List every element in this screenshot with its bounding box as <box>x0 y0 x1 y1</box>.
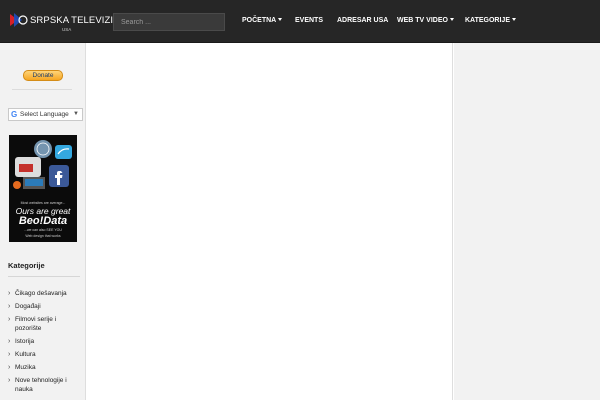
search-input[interactable] <box>113 13 225 31</box>
categories-heading: Kategorije <box>8 261 45 270</box>
category-link-kultura[interactable]: › Kultura <box>8 350 79 359</box>
category-label: Filmovi serije i pozorište <box>15 316 57 332</box>
nav-item-label: EVENTS <box>295 17 324 24</box>
nav-item-label: ADRESAR USA <box>337 17 389 24</box>
nav-item-kategorije[interactable]: KATEGORIJE <box>465 17 516 24</box>
chevron-right-icon: › <box>8 290 11 297</box>
chevron-right-icon: › <box>8 377 11 384</box>
category-label: Događaji <box>15 303 41 310</box>
divider <box>8 276 80 277</box>
nav-item-adresar-usa[interactable]: ADRESAR USA <box>337 17 388 24</box>
category-link-filmovi[interactable]: › Filmovi serije i pozorište <box>8 315 79 333</box>
chevron-right-icon: › <box>8 338 11 345</box>
chevron-down-icon <box>278 18 283 21</box>
category-link-cikago-desavanja[interactable]: › Čikago dešavanja <box>8 289 79 298</box>
logo-subtitle: USA <box>62 27 72 32</box>
category-label: Muzika <box>15 364 36 371</box>
google-icon: G <box>11 110 18 119</box>
chevron-down-icon <box>512 18 516 21</box>
nav-item-label: KATEGORIJE <box>465 17 510 24</box>
ad-text-line-5: Web design that works <box>25 234 61 238</box>
category-label: Čikago dešavanja <box>15 290 67 297</box>
social-media-collage-icon <box>9 135 77 199</box>
chevron-right-icon: › <box>8 316 11 323</box>
chevron-right-icon: › <box>8 364 11 371</box>
left-sidebar: Donate G Select Language ▼ Most websites… <box>0 43 86 400</box>
nav-item-pocetna[interactable]: POČETNA <box>242 17 283 24</box>
ad-text-line-3: Beo!Data <box>18 215 68 227</box>
site-header: SRPSKA TELEVIZIJA USA POČETNA EVENTS ADR… <box>0 0 600 43</box>
language-select-label: Select Language <box>20 111 69 118</box>
nav-item-label: WEB TV VIDEO <box>397 17 448 24</box>
ad-text-line-4: ...we can also SEE YOU <box>24 228 62 232</box>
main-content <box>87 43 453 400</box>
language-select[interactable]: G Select Language ▼ <box>8 108 83 121</box>
donate-button[interactable]: Donate <box>23 70 63 81</box>
nav-item-label: POČETNA <box>242 17 277 24</box>
category-link-istorija[interactable]: › Istorija <box>8 337 79 346</box>
right-sidebar <box>454 43 600 400</box>
beodata-ad-banner[interactable]: Most websites are average... Ours are gr… <box>9 135 77 242</box>
category-link-dogadjaji[interactable]: › Događaji <box>8 302 79 311</box>
category-link-muzika[interactable]: › Muzika <box>8 363 79 372</box>
dropdown-arrow-icon: ▼ <box>73 111 79 117</box>
nav-item-events[interactable]: EVENTS <box>295 17 323 24</box>
page: SRPSKA TELEVIZIJA USA POČETNA EVENTS ADR… <box>0 0 600 400</box>
ad-text-line-1: Most websites are average... <box>20 201 66 205</box>
category-label: Kultura <box>15 351 36 358</box>
category-label: Istorija <box>15 338 35 345</box>
divider <box>12 89 72 90</box>
chevron-right-icon: › <box>8 303 11 310</box>
site-logo[interactable]: SRPSKA TELEVIZIJA USA <box>8 9 124 35</box>
category-link-nove-tehnologije[interactable]: › Nove tehnologije i nauka <box>8 376 79 394</box>
chevron-right-icon: › <box>8 351 11 358</box>
logo-mark-icon <box>10 13 28 27</box>
chevron-down-icon <box>449 18 454 21</box>
category-label: Nove tehnologije i nauka <box>15 377 67 393</box>
nav-item-web-tv-video[interactable]: WEB TV VIDEO <box>397 17 454 24</box>
logo-title: SRPSKA TELEVIZIJA <box>30 15 125 26</box>
